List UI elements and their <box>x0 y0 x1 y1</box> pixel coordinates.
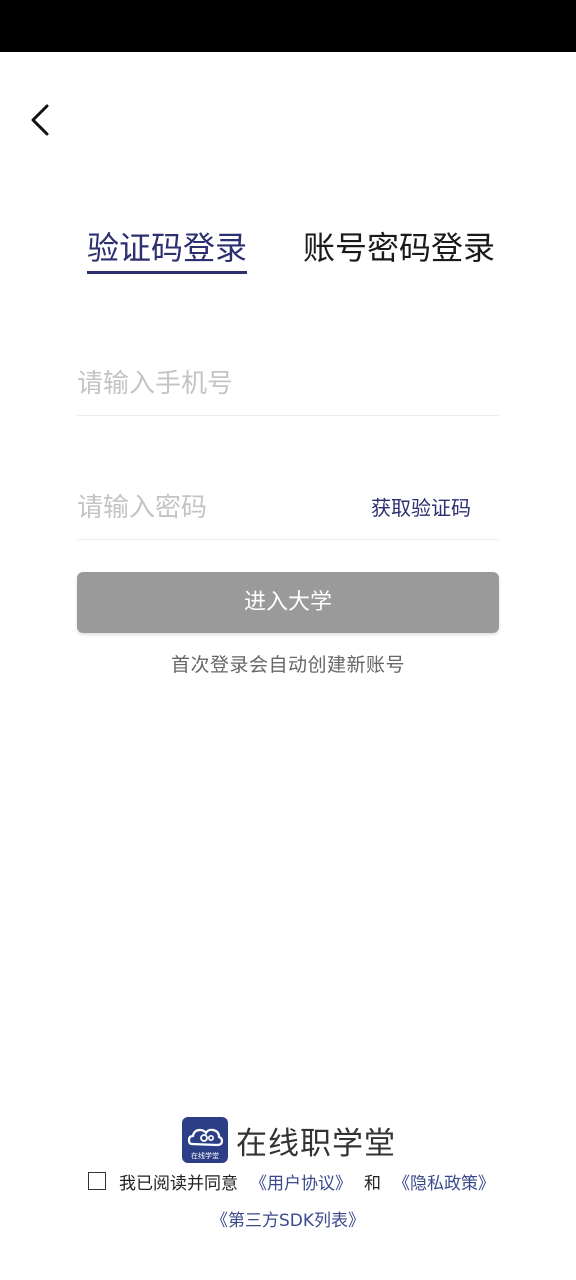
phone-field <box>77 356 499 416</box>
agreement-prefix: 我已阅读并同意 <box>119 1173 238 1194</box>
active-tab-indicator <box>87 271 248 274</box>
agreement-and: 和 <box>364 1173 381 1194</box>
tab-sms-login-label: 验证码登录 <box>87 229 248 267</box>
auto-create-account-hint: 首次登录会自动创建新账号 <box>170 654 405 676</box>
cloud-logo-icon: 在线学堂 <box>182 1117 228 1163</box>
status-bar <box>0 0 576 52</box>
phone-input[interactable] <box>77 356 357 412</box>
sdk-list-link[interactable]: 《第三方SDK列表》 <box>211 1211 365 1231</box>
privacy-policy-link[interactable]: 《隐私政策》 <box>393 1169 495 1194</box>
login-page: 验证码登录 账号密码登录 获取验证码 进入大学 首次登录会自动创建新账号 在线学… <box>0 0 576 1280</box>
enter-university-button[interactable]: 进入大学 <box>77 572 499 633</box>
sdk-list-row: 《第三方SDK列表》 <box>0 1206 576 1231</box>
tab-password-login[interactable]: 账号密码登录 <box>303 226 495 272</box>
logo-text: 在线学堂 <box>191 1152 219 1160</box>
tab-sms-login[interactable]: 验证码登录 <box>87 226 248 274</box>
code-input[interactable] <box>77 480 357 536</box>
agreement-row: 我已阅读并同意 《用户协议》 和 《隐私政策》 <box>88 1168 495 1194</box>
user-agreement-link[interactable]: 《用户协议》 <box>250 1169 352 1194</box>
code-field: 获取验证码 <box>77 480 499 540</box>
brand-name: 在线职学堂 <box>236 1125 396 1162</box>
tab-password-login-label: 账号密码登录 <box>303 229 496 267</box>
get-code-button[interactable]: 获取验证码 <box>371 492 471 521</box>
brand-logo-row: 在线学堂 在线职学堂 <box>182 1116 396 1164</box>
back-button[interactable] <box>22 100 58 140</box>
checkbox-unchecked-icon[interactable] <box>88 1172 106 1190</box>
chevron-left-icon <box>31 104 49 136</box>
